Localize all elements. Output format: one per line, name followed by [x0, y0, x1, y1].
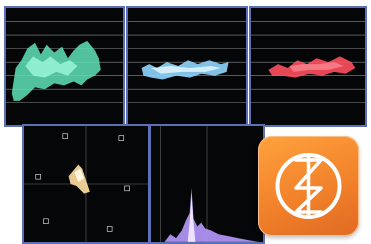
vectorscope-panel: [22, 124, 150, 244]
waveform-cb-graph: [128, 21, 246, 104]
histogram-trace: [164, 187, 260, 242]
histogram-panel: [149, 124, 265, 244]
vectorscope-graph: [24, 126, 148, 242]
waveform-cb-panel: [126, 6, 248, 127]
waveform-cr-graph: [251, 21, 365, 104]
histogram-graph: [160, 126, 260, 242]
waveform-cr-panel: [249, 6, 367, 127]
waveform-luma-graph: [6, 21, 123, 104]
app-icon: [258, 136, 359, 236]
scope-glyph-icon: [275, 153, 342, 219]
waveform-luma-panel: [4, 6, 125, 127]
